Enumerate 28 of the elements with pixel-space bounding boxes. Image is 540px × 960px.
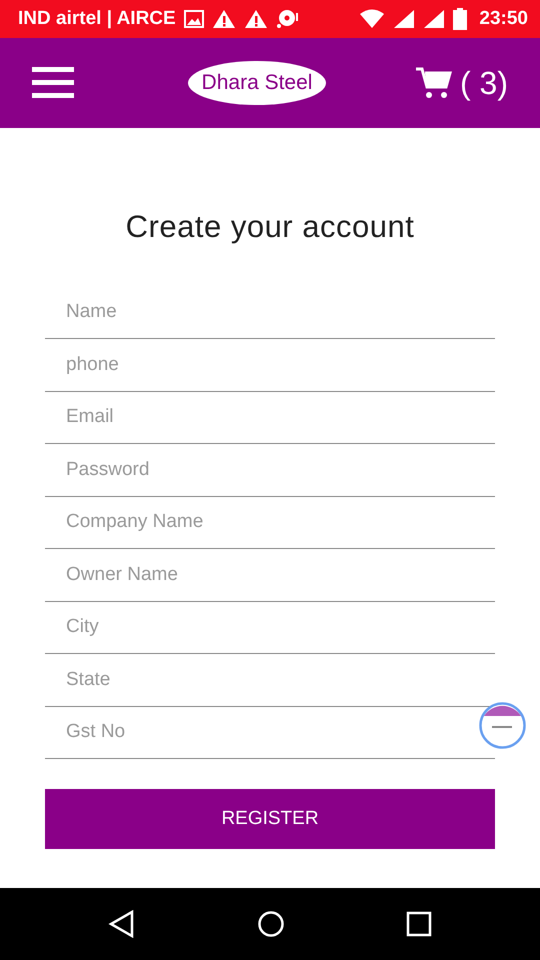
signal-icon [423, 9, 446, 29]
chat-head-overlay[interactable] [479, 702, 526, 749]
back-icon[interactable] [108, 910, 136, 938]
menu-icon[interactable] [32, 66, 74, 100]
wifi-icon [359, 9, 386, 29]
recents-icon[interactable] [406, 911, 432, 937]
input-field[interactable]: Password [45, 444, 495, 496]
clock-text: 23:50 [479, 6, 528, 31]
cart-count: ( 3) [460, 64, 508, 103]
warning-icon [212, 9, 236, 29]
register-button[interactable]: REGISTER [45, 789, 495, 849]
image-icon [184, 10, 204, 28]
input-field[interactable]: Owner Name [45, 549, 495, 602]
input-field[interactable]: Name [45, 286, 495, 339]
page-title: Create your account [124, 208, 416, 246]
input-field[interactable]: Email [45, 392, 495, 444]
input-field[interactable]: City [45, 602, 495, 654]
input-field[interactable]: Company Name [45, 496, 495, 549]
warning-icon [244, 9, 268, 29]
input-field[interactable]: State [45, 654, 495, 706]
battery-icon [453, 8, 468, 30]
signal-icon [393, 9, 416, 29]
home-icon[interactable] [256, 910, 285, 938]
carrier-text: IND airtel | AIRCE [18, 6, 176, 31]
disc-icon [276, 9, 300, 29]
logo[interactable]: Dhara Steel [188, 61, 326, 105]
cart-icon[interactable] [416, 67, 452, 99]
input-field[interactable]: phone [45, 339, 495, 392]
